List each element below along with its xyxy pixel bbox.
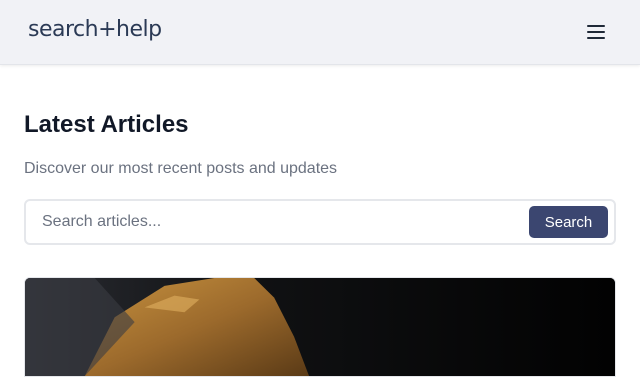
page-subtitle: Discover our most recent posts and updat… bbox=[24, 160, 338, 177]
search-input[interactable] bbox=[26, 201, 526, 243]
search-bar: Search bbox=[24, 199, 616, 245]
article-image bbox=[25, 278, 615, 376]
hamburger-menu-icon bbox=[587, 25, 605, 39]
site-header: search+help bbox=[0, 0, 640, 65]
article-card[interactable] bbox=[24, 277, 616, 377]
page-title: Latest Articles bbox=[24, 111, 189, 138]
search-button[interactable]: Search bbox=[529, 206, 608, 238]
site-logo[interactable]: search+help bbox=[28, 17, 162, 42]
menu-button[interactable] bbox=[582, 20, 610, 44]
